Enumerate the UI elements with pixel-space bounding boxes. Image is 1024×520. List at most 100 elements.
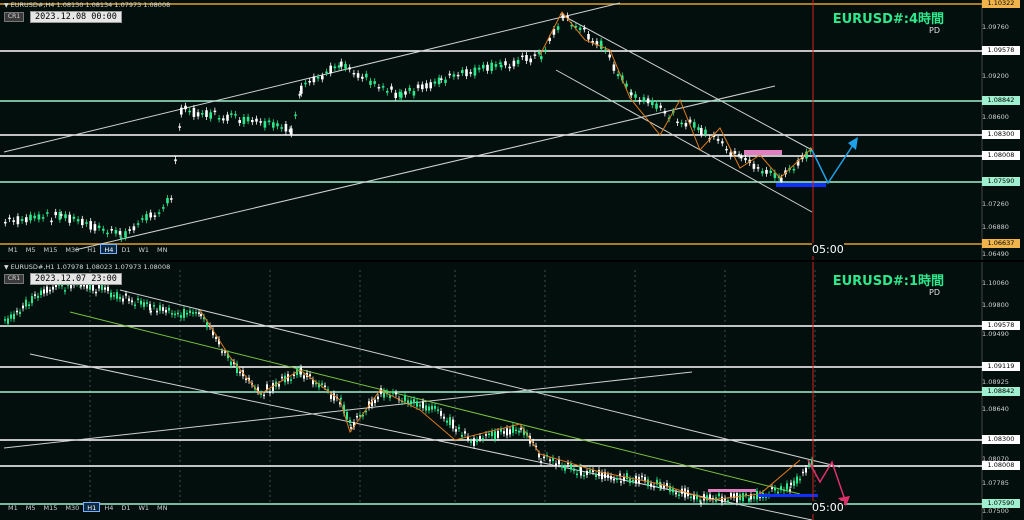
price-axis-tick: 1.07260 [982, 200, 1009, 208]
timeframe-m1[interactable]: M1 [4, 502, 22, 512]
timeframe-m30[interactable]: M30 [61, 502, 83, 512]
timeframe-m1[interactable]: M1 [4, 244, 22, 254]
candle-body [515, 429, 517, 432]
h1-pd-label: PD [929, 288, 940, 297]
timeframe-d1[interactable]: D1 [117, 502, 134, 512]
price-label: 1.10322 [982, 0, 1020, 8]
bottom-channel-rising [3, 371, 693, 449]
candle-body [19, 311, 21, 315]
forecast-path-blue [811, 141, 856, 185]
candle-body [189, 310, 191, 313]
cr1-button[interactable]: CR1 [4, 12, 24, 22]
candle-body [308, 80, 311, 83]
candle-body [465, 69, 468, 77]
timeframe-d1[interactable]: D1 [117, 244, 134, 254]
candle-body [452, 419, 454, 429]
candle-body [178, 126, 181, 128]
candle-body [278, 383, 280, 387]
candle-body [340, 397, 342, 400]
timeframe-h1[interactable]: H1 [83, 502, 101, 512]
h4-chart-canvas[interactable] [0, 0, 1024, 260]
candle-body [263, 394, 265, 397]
candle-body [632, 479, 634, 482]
candle-body [215, 337, 217, 339]
resistance-box-pink [744, 150, 782, 155]
candle-body [562, 16, 565, 19]
h4-pd-label: PD [929, 26, 940, 35]
candle-body [222, 118, 225, 121]
candle-body [736, 492, 738, 503]
candle-body [431, 405, 433, 410]
candle-body [416, 84, 420, 89]
price-axis-tick: 1.09760 [982, 23, 1009, 31]
timeframe-m15[interactable]: M15 [40, 244, 62, 254]
dropdown-triangle-icon[interactable]: ▼ [4, 264, 9, 271]
timeframe-mn[interactable]: MN [153, 502, 171, 512]
candle-body [110, 292, 112, 298]
candle-body [796, 476, 798, 484]
candle-body [284, 124, 288, 132]
price-axis-tick: 1.08640 [982, 405, 1009, 413]
candle-body [110, 229, 113, 231]
candle-body [482, 64, 485, 69]
candle-body [783, 489, 785, 492]
candle-body [217, 118, 221, 120]
candle-body [429, 82, 432, 89]
h1-chart-pane[interactable]: ▼ EURUSD#,H1 1.07978 1.08023 1.07973 1.08… [0, 262, 1024, 520]
candle-body [543, 456, 545, 459]
candle-body [37, 295, 39, 298]
candle-body [276, 123, 279, 127]
candle-body [446, 420, 448, 423]
candle-body [394, 92, 397, 99]
candle-body [488, 433, 490, 436]
timeframe-h4[interactable]: H4 [100, 244, 118, 254]
candle-body [43, 289, 45, 294]
h4-chart-pane[interactable]: ▼ EURUSD#,H4 1.08130 1.08134 1.07973 1.08… [0, 0, 1024, 260]
candle-body [771, 487, 773, 490]
candle-body [742, 493, 744, 502]
candle-body [745, 493, 747, 496]
price-axis-tick: 1.09800 [982, 301, 1009, 309]
candle-body [425, 83, 428, 89]
candle-body [290, 379, 292, 381]
candle-body [58, 212, 62, 220]
h1-chart-title: EURUSD#:1時間 [832, 274, 944, 289]
timeframe-m15[interactable]: M15 [40, 502, 62, 512]
candle-body [34, 294, 36, 296]
price-label: 1.08842 [982, 96, 1020, 105]
candle-body [540, 460, 542, 463]
candle-body [28, 304, 30, 306]
timeframe-h4[interactable]: H4 [100, 502, 117, 512]
h1-chart-canvas[interactable] [0, 262, 1024, 520]
cr1-button[interactable]: CR1 [4, 274, 24, 284]
candle-body [324, 385, 326, 388]
candle-body [346, 412, 348, 420]
candle-body [330, 394, 332, 399]
timeframe-h1[interactable]: H1 [83, 244, 100, 254]
candle-body [40, 290, 42, 296]
timeframe-mn[interactable]: MN [153, 244, 171, 254]
candle-body [134, 304, 136, 307]
candle-body [125, 293, 127, 296]
candle-body [37, 214, 41, 220]
candle-body [239, 371, 241, 374]
timeframe-w1[interactable]: W1 [134, 502, 153, 512]
candle-body [31, 296, 33, 304]
timeframe-m5[interactable]: M5 [22, 244, 40, 254]
candle-body [49, 289, 51, 292]
candle-body [149, 212, 152, 218]
candle-body [263, 121, 267, 128]
dropdown-triangle-icon[interactable]: ▼ [4, 2, 9, 9]
timeframe-m5[interactable]: M5 [22, 502, 40, 512]
candle-body [200, 314, 202, 317]
timeframe-m30[interactable]: M30 [61, 244, 83, 254]
candle-body [352, 72, 356, 75]
candle-body [440, 411, 442, 416]
timeframe-w1[interactable]: W1 [134, 244, 153, 254]
candle-body [777, 491, 779, 494]
candle-body [578, 27, 582, 30]
candle-body [727, 500, 729, 502]
price-axis-tick: 1.08925 [982, 378, 1009, 386]
candle-body [192, 312, 194, 314]
candle-body [25, 299, 27, 307]
